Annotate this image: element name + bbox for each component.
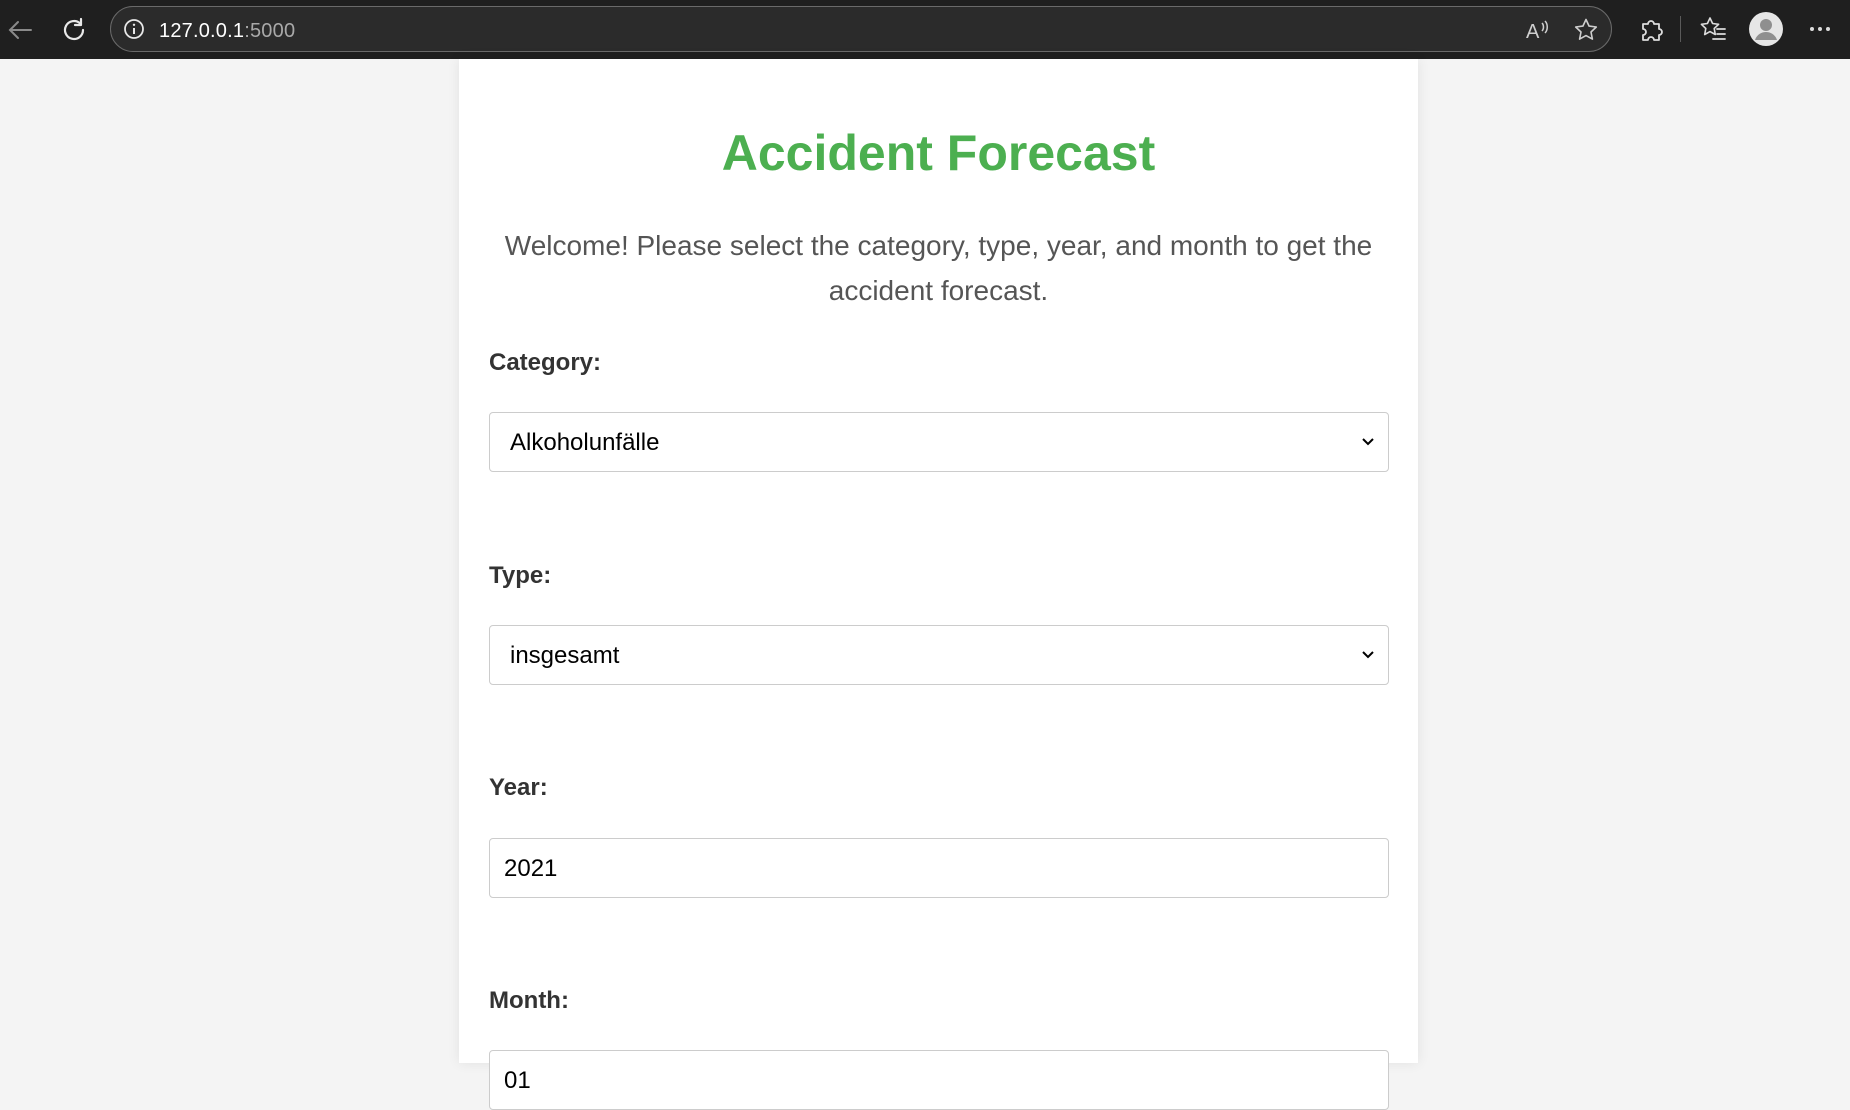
refresh-icon[interactable] [54, 10, 94, 50]
intro-text: Welcome! Please select the category, typ… [504, 230, 1373, 306]
type-select[interactable]: insgesamt [489, 625, 1389, 685]
favorites-icon[interactable] [1696, 12, 1730, 46]
category-selected-value: Alkoholunfälle [510, 429, 660, 456]
svg-text:A: A [1526, 21, 1540, 43]
read-aloud-icon[interactable]: A [1525, 17, 1551, 43]
back-arrow-icon[interactable] [0, 10, 40, 50]
type-selected-value: insgesamt [510, 642, 620, 669]
profile-icon[interactable] [1749, 12, 1783, 46]
year-label: Year: [489, 774, 548, 801]
chevron-down-icon [1362, 651, 1374, 659]
month-input[interactable]: 01 [489, 1050, 1389, 1110]
toolbar-separator [1680, 16, 1681, 42]
category-label: Category: [489, 349, 602, 376]
more-icon[interactable] [1803, 12, 1837, 46]
year-input[interactable]: 2021 [489, 838, 1389, 898]
puzzle-icon[interactable] [1634, 12, 1668, 46]
page-title: Accident Forecast [721, 125, 1156, 181]
chevron-down-icon [1362, 438, 1374, 446]
info-icon[interactable] [123, 18, 145, 40]
month-value: 01 [504, 1067, 531, 1094]
url-port: :5000 [244, 20, 296, 42]
type-label: Type: [489, 562, 552, 589]
url-text[interactable]: 127.0.0.1:5000 [159, 20, 295, 43]
category-select[interactable]: Alkoholunfälle [489, 412, 1389, 472]
address-bar[interactable]: 127.0.0.1:5000 A [110, 6, 1612, 52]
browser-toolbar: 127.0.0.1:5000 A [0, 0, 1850, 59]
forecast-card: Accident Forecast Welcome! Please select… [459, 59, 1418, 1110]
year-value: 2021 [504, 855, 558, 882]
url-host: 127.0.0.1 [159, 20, 245, 42]
star-icon[interactable] [1573, 17, 1599, 43]
month-label: Month: [489, 987, 569, 1014]
